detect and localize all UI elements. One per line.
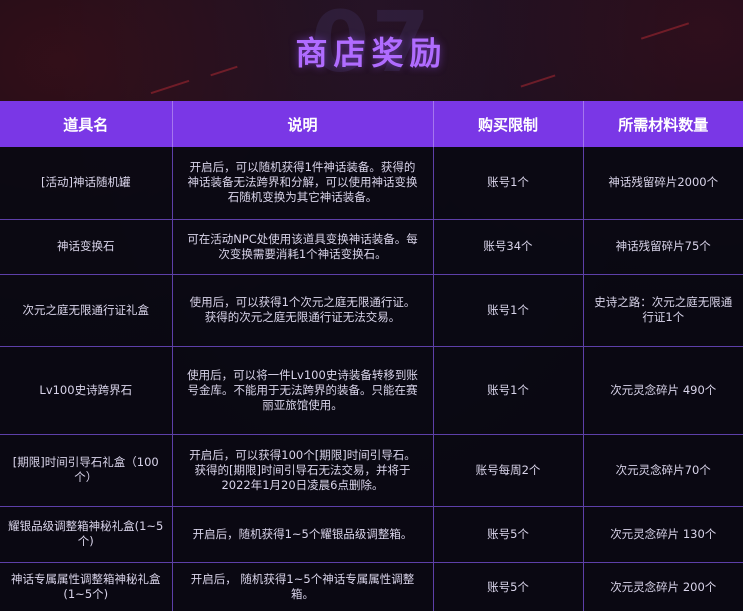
material-cost: 神话残留碎片2000个 — [583, 147, 743, 220]
item-description: 使用后，可以将一件Lv100史诗装备转移到账号金库。不能用于无法跨界的装备。只能… — [172, 346, 434, 435]
item-name: 神话变换石 — [0, 219, 173, 275]
item-name: 耀银品级调整箱神秘礼盒(1~5个) — [0, 506, 173, 563]
column-header-material-cost: 所需材料数量 — [583, 101, 743, 147]
purchase-limit: 账号5个 — [433, 562, 584, 611]
purchase-limit: 账号5个 — [433, 506, 584, 563]
material-cost: 次元灵念碎片 130个 — [583, 506, 743, 563]
table-row: [活动]神话随机罐 开启后，可以随机获得1件神话装备。获得的神话装备无法跨界和分… — [0, 147, 743, 220]
table-row: 神话变换石 可在活动NPC处使用该道具变换神话装备。每次变换需要消耗1个神话变换… — [0, 219, 743, 275]
item-description: 开启后， 随机获得1~5个神话专属属性调整箱。 — [172, 562, 434, 611]
item-description: 开启后，随机获得1~5个耀银品级调整箱。 — [172, 506, 434, 563]
column-header-purchase-limit: 购买限制 — [433, 101, 584, 147]
shop-reward-table: 道具名 说明 购买限制 所需材料数量 [活动]神话随机罐 开启后，可以随机获得1… — [0, 101, 743, 611]
column-header-description: 说明 — [172, 101, 434, 147]
table-row: Lv100史诗跨界石 使用后，可以将一件Lv100史诗装备转移到账号金库。不能用… — [0, 346, 743, 435]
purchase-limit: 账号每周2个 — [433, 434, 584, 507]
table-row: [期限]时间引导石礼盒（100个） 开启后，可以获得100个[期限]时间引导石。… — [0, 434, 743, 507]
item-description: 开启后，可以随机获得1件神话装备。获得的神话装备无法跨界和分解，可以使用神话变换… — [172, 147, 434, 220]
table-row: 次元之庭无限通行证礼盒 使用后，可以获得1个次元之庭无限通行证。获得的次元之庭无… — [0, 274, 743, 347]
section-title: 商店奖励 — [295, 34, 448, 72]
table-header-row: 道具名 说明 购买限制 所需材料数量 — [0, 101, 743, 147]
item-description: 使用后，可以获得1个次元之庭无限通行证。获得的次元之庭无限通行证无法交易。 — [172, 274, 434, 347]
purchase-limit: 账号1个 — [433, 147, 584, 220]
item-name: Lv100史诗跨界石 — [0, 346, 173, 435]
shop-reward-page: 07 商店奖励 道具名 说明 购买限制 所需材料数量 [活动]神话随机罐 开启后… — [0, 0, 743, 611]
material-cost: 史诗之路：次元之庭无限通行证1个 — [583, 274, 743, 347]
purchase-limit: 账号1个 — [433, 274, 584, 347]
material-cost: 次元灵念碎片70个 — [583, 434, 743, 507]
section-header: 07 商店奖励 — [0, 0, 743, 100]
purchase-limit: 账号34个 — [433, 219, 584, 275]
item-name: [期限]时间引导石礼盒（100个） — [0, 434, 173, 507]
purchase-limit: 账号1个 — [433, 346, 584, 435]
item-name: [活动]神话随机罐 — [0, 147, 173, 220]
column-header-item-name: 道具名 — [0, 101, 173, 147]
table-row: 耀银品级调整箱神秘礼盒(1~5个) 开启后，随机获得1~5个耀银品级调整箱。 账… — [0, 506, 743, 563]
table-row: 神话专属属性调整箱神秘礼盒 (1~5个) 开启后， 随机获得1~5个神话专属属性… — [0, 562, 743, 611]
item-description: 可在活动NPC处使用该道具变换神话装备。每次变换需要消耗1个神话变换石。 — [172, 219, 434, 275]
item-name: 神话专属属性调整箱神秘礼盒 (1~5个) — [0, 562, 173, 611]
material-cost: 次元灵念碎片 490个 — [583, 346, 743, 435]
item-name: 次元之庭无限通行证礼盒 — [0, 274, 173, 347]
material-cost: 神话残留碎片75个 — [583, 219, 743, 275]
material-cost: 次元灵念碎片 200个 — [583, 562, 743, 611]
item-description: 开启后，可以获得100个[期限]时间引导石。获得的[期限]时间引导石无法交易，并… — [172, 434, 434, 507]
